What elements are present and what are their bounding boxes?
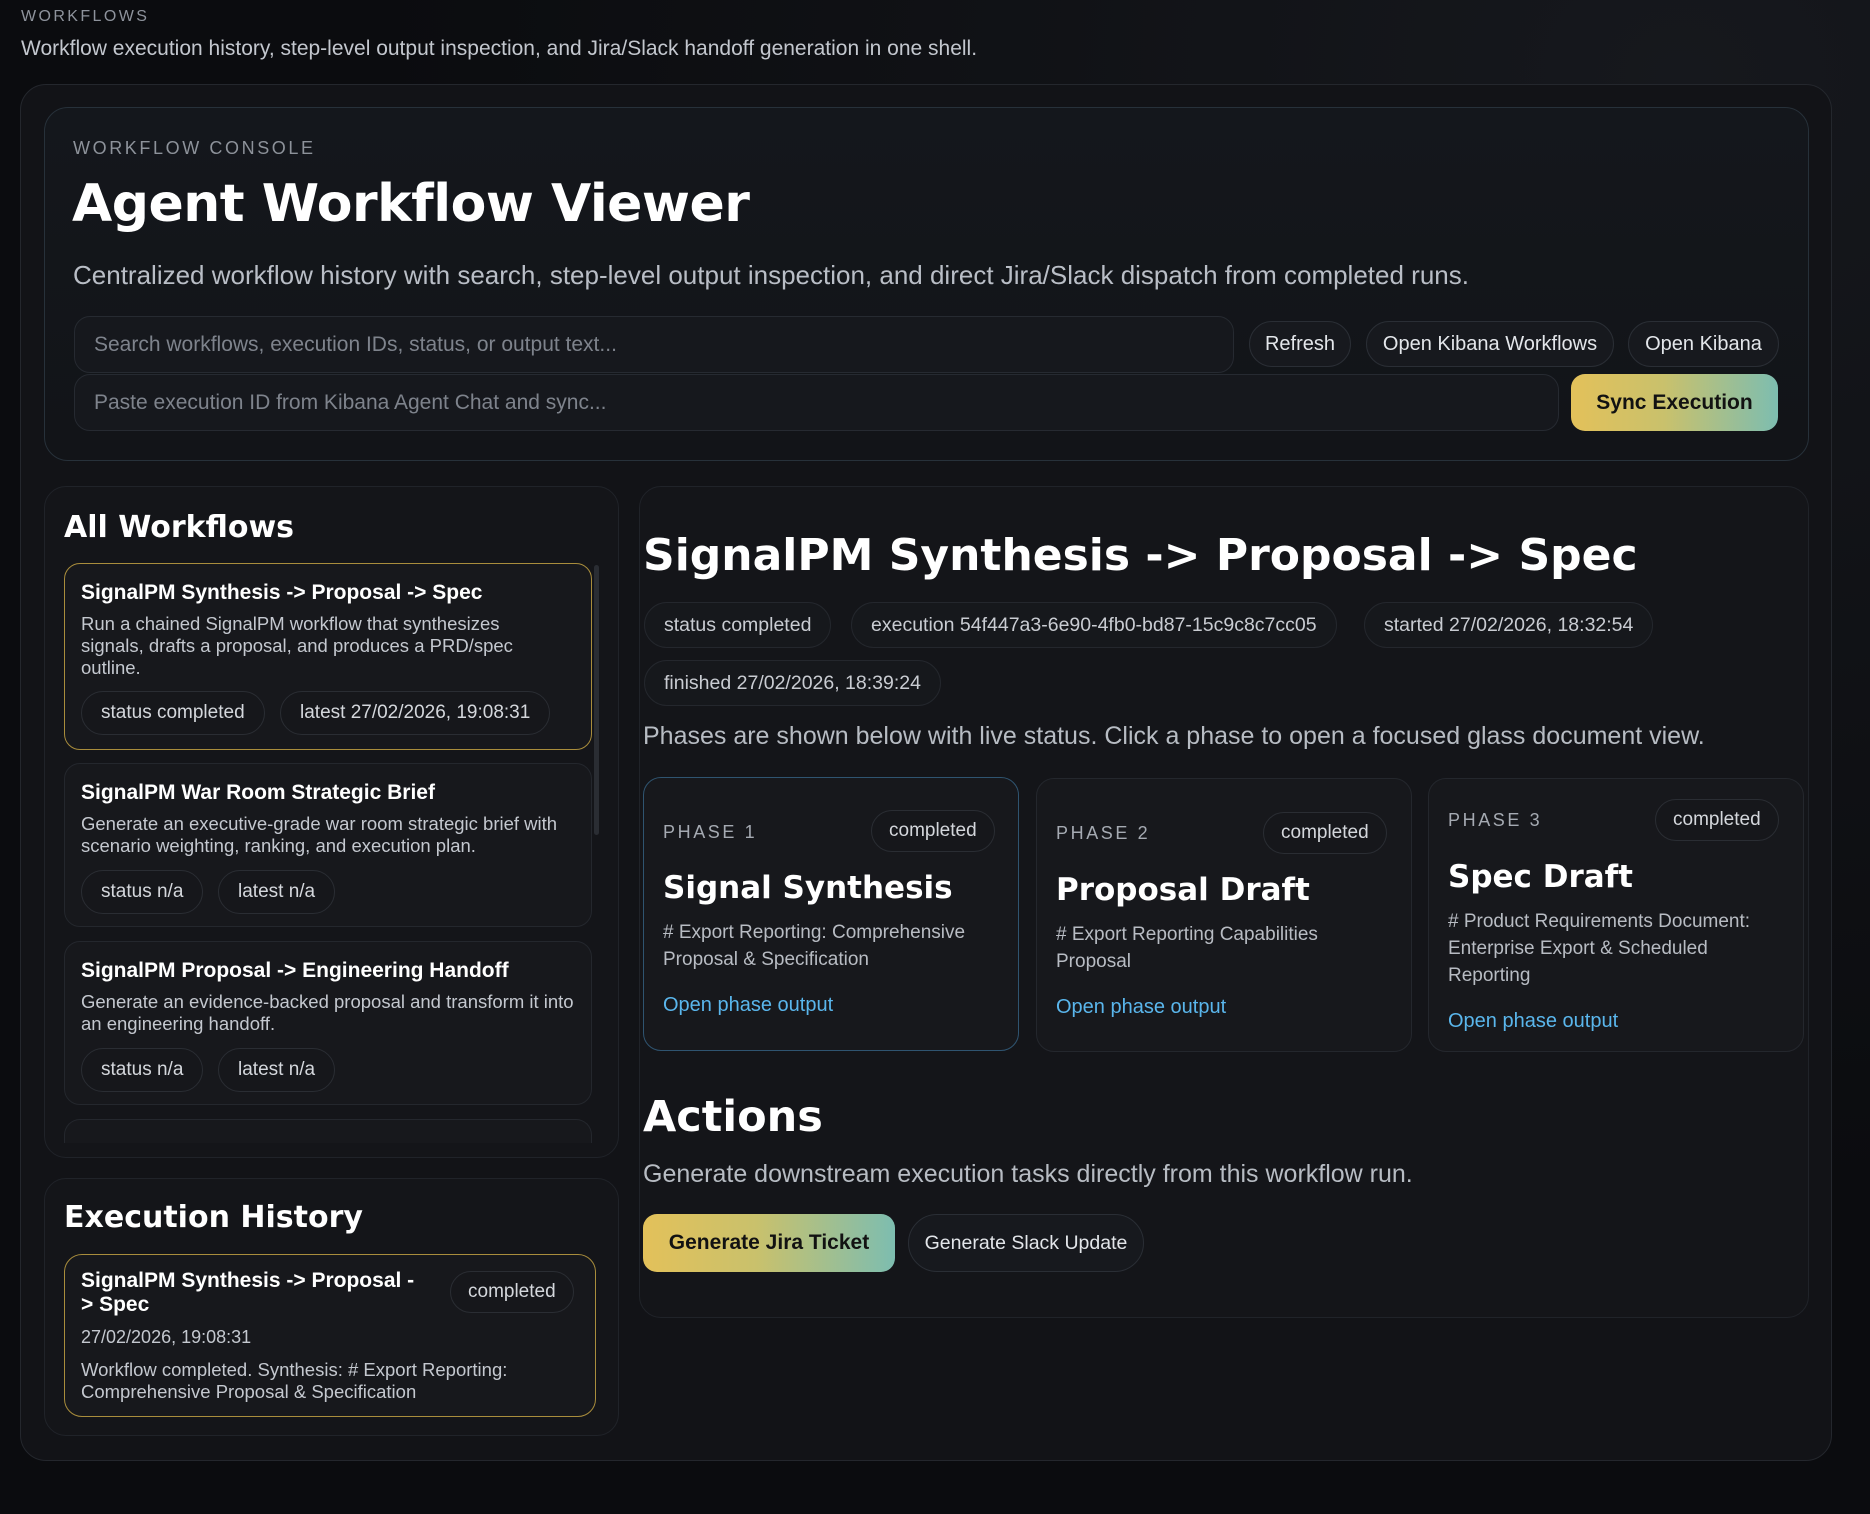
workflow-card[interactable]: SignalPM Synthesis -> Proposal -> Spec R… [64,563,592,750]
open-phase-output-link[interactable]: Open phase output [663,994,833,1017]
workflow-status-tag: status n/a [81,1048,204,1092]
workflow-card-partial[interactable] [64,1119,592,1143]
all-workflows-title: All Workflows [64,510,295,545]
workflow-card[interactable]: SignalPM War Room Strategic Brief Genera… [64,763,592,927]
execution-id-input[interactable] [74,374,1559,431]
phase-body: # Export Reporting Capabilities Proposal [1056,924,1318,972]
phase-label: PHASE 2 [1056,823,1151,843]
generate-slack-update-button[interactable]: Generate Slack Update [908,1214,1144,1272]
workflow-latest-tag: latest n/a [218,1048,336,1092]
workflow-name: SignalPM Synthesis -> Proposal -> Spec [81,581,483,604]
execution-history-title: Execution History [64,1200,363,1235]
refresh-button[interactable]: Refresh [1249,321,1351,367]
generate-jira-ticket-button[interactable]: Generate Jira Ticket [643,1214,895,1272]
open-phase-output-link[interactable]: Open phase output [1448,1010,1618,1033]
workflow-description: Generate an executive-grade war room str… [81,813,558,856]
actions-description: Generate downstream execution tasks dire… [643,1160,1413,1188]
detail-description: Phases are shown below with live status.… [643,722,1705,750]
phase-status-badge: completed [871,810,995,852]
workflow-latest-tag: latest n/a [218,870,336,914]
search-input[interactable] [74,316,1234,373]
console-description: Centralized workflow history with search… [73,260,1469,290]
phase-title: Spec Draft [1448,859,1633,895]
phase-body: # Product Requirements Document: Enterpr… [1448,911,1751,986]
phase-card-3[interactable]: PHASE 3 completed Spec Draft # Product R… [1428,778,1804,1052]
phase-card-2[interactable]: PHASE 2 completed Proposal Draft # Expor… [1036,778,1412,1052]
phase-status-badge: completed [1263,812,1387,854]
workflow-description: Run a chained SignalPM workflow that syn… [81,613,513,678]
workflow-status-tag: status n/a [81,870,204,914]
workflow-description: Generate an evidence-backed proposal and… [81,991,574,1034]
history-item-name: SignalPM Synthesis -> Proposal -> Spec [81,1269,415,1316]
detail-title: SignalPM Synthesis -> Proposal -> Spec [643,530,1638,581]
phase-label: PHASE 1 [663,822,758,842]
detail-status-pill: status completed [644,602,832,648]
history-status-badge: completed [450,1271,574,1313]
phase-title: Signal Synthesis [663,870,953,906]
workflow-name: SignalPM War Room Strategic Brief [81,781,435,804]
phase-card-1[interactable]: PHASE 1 completed Signal Synthesis # Exp… [643,777,1019,1051]
history-item-summary: Workflow completed. Synthesis: # Export … [81,1359,508,1402]
workflow-latest-tag: latest 27/02/2026, 19:08:31 [280,691,551,735]
phase-body: # Export Reporting: Comprehensive Propos… [663,922,966,970]
detail-started-pill: started 27/02/2026, 18:32:54 [1364,602,1654,648]
detail-finished-pill: finished 27/02/2026, 18:39:24 [644,660,941,706]
sync-execution-button[interactable]: Sync Execution [1571,374,1778,431]
console-label: WORKFLOW CONSOLE [73,138,316,158]
workflow-list-scrollbar[interactable] [594,565,599,835]
page-title: Agent Workflow Viewer [72,174,750,234]
workflow-status-tag: status completed [81,691,265,735]
phase-title: Proposal Draft [1056,872,1310,908]
history-item[interactable]: SignalPM Synthesis -> Proposal -> Spec c… [64,1254,596,1417]
workflow-card[interactable]: SignalPM Proposal -> Engineering Handoff… [64,941,592,1105]
page-section-label: WORKFLOWS [21,8,150,25]
page-section-description: Workflow execution history, step-level o… [21,37,978,60]
open-phase-output-link[interactable]: Open phase output [1056,996,1226,1019]
open-kibana-workflows-button[interactable]: Open Kibana Workflows [1366,321,1614,367]
workflow-name: SignalPM Proposal -> Engineering Handoff [81,959,509,982]
open-kibana-button[interactable]: Open Kibana [1628,321,1779,367]
phase-label: PHASE 3 [1448,810,1543,830]
history-item-timestamp: 27/02/2026, 19:08:31 [81,1327,252,1347]
actions-title: Actions [643,1092,823,1142]
phase-status-badge: completed [1655,799,1779,841]
detail-execution-pill: execution 54f447a3-6e90-4fb0-bd87-15c9c8… [851,602,1337,648]
